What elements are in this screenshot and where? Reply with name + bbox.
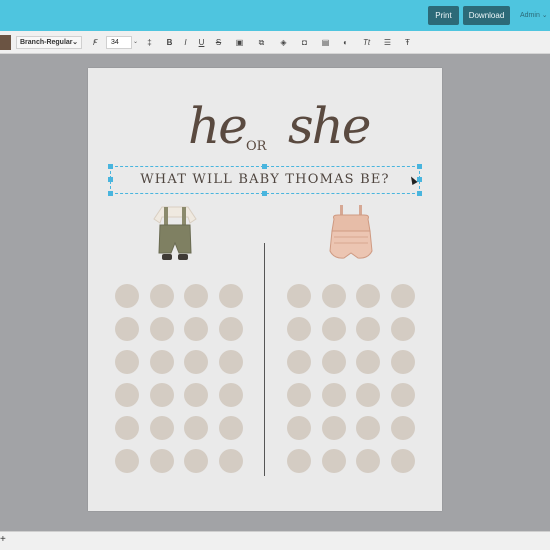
layers-icon[interactable]: ◈ (278, 37, 289, 48)
guess-circle[interactable] (287, 416, 311, 440)
guess-circle[interactable] (149, 416, 174, 440)
clear-format-icon[interactable]: Ŧ (402, 37, 413, 48)
guess-circle[interactable] (390, 284, 415, 308)
guess-circle[interactable] (149, 317, 174, 341)
underline-icon[interactable]: U (196, 37, 207, 48)
guess-circle[interactable] (390, 449, 415, 473)
guess-circle[interactable] (321, 284, 346, 308)
italic-icon[interactable]: I (180, 37, 191, 48)
guess-circle[interactable] (184, 317, 208, 341)
guess-circle[interactable] (390, 317, 415, 341)
guess-circle[interactable] (287, 284, 311, 308)
guess-circle[interactable] (149, 350, 174, 374)
text-transform-icon[interactable]: Tt (361, 37, 372, 48)
boy-outfit-image[interactable] (152, 203, 198, 265)
guess-circle[interactable] (356, 449, 380, 473)
print-button[interactable]: Print (428, 6, 459, 25)
list-icon[interactable]: ☰ (382, 37, 393, 48)
resize-handle[interactable] (262, 191, 267, 196)
font-family-select[interactable]: Branch-Regular ⌄ (16, 36, 82, 49)
line-spacing-icon[interactable]: ‡ (144, 37, 155, 48)
guess-circle[interactable] (390, 416, 415, 440)
strikethrough-icon[interactable]: S (213, 37, 224, 48)
font-style-icon[interactable]: Ꞙ (89, 37, 100, 48)
guess-circle[interactable] (321, 317, 346, 341)
guess-circle[interactable] (218, 383, 243, 407)
guess-circle[interactable] (390, 383, 415, 407)
resize-handle[interactable] (108, 164, 113, 169)
guess-circle[interactable] (321, 350, 346, 374)
image-icon[interactable]: ▣ (234, 37, 245, 48)
guess-circle[interactable] (321, 416, 346, 440)
chevron-down-icon[interactable]: ⌄ (133, 38, 138, 45)
guess-circle[interactable] (321, 383, 346, 407)
lock-icon[interactable]: ▤ (320, 37, 331, 48)
guess-circle[interactable] (115, 449, 139, 473)
title-or[interactable]: OR (246, 139, 266, 154)
guess-circle[interactable] (115, 317, 139, 341)
top-bar: Print Download Admin ⌄ (0, 0, 550, 31)
guess-circle[interactable] (115, 284, 139, 308)
guess-circle[interactable] (149, 284, 174, 308)
guess-circle[interactable] (287, 317, 311, 341)
guess-circle[interactable] (115, 416, 139, 440)
guess-circle[interactable] (356, 416, 380, 440)
guess-circle[interactable] (149, 383, 174, 407)
admin-menu[interactable]: Admin ⌄ (520, 11, 548, 19)
resize-handle[interactable] (108, 191, 113, 196)
arrange-icon[interactable]: ◘ (299, 37, 310, 48)
guess-circle[interactable] (356, 317, 380, 341)
chevron-down-icon: ⌄ (72, 39, 78, 46)
add-page-button[interactable]: + (0, 534, 6, 545)
resize-handle[interactable] (262, 164, 267, 169)
center-divider (264, 243, 265, 476)
guess-circle[interactable] (149, 449, 174, 473)
download-button[interactable]: Download (463, 6, 510, 25)
bottom-bar: + (0, 531, 550, 550)
format-toolbar: Branch-Regular ⌄ Ꞙ 34 ⌄ ‡ B I U S ▣ ⧉ ◈ … (0, 31, 550, 54)
guess-circle[interactable] (218, 350, 243, 374)
guess-circle[interactable] (218, 449, 243, 473)
guess-circle[interactable] (356, 350, 380, 374)
text-color-swatch[interactable] (0, 35, 11, 50)
guess-circle[interactable] (184, 284, 208, 308)
guess-circle[interactable] (218, 284, 243, 308)
title-she[interactable]: she (288, 101, 371, 151)
subtitle-text[interactable]: WHAT WILL BABY THOMAS BE? (110, 172, 420, 187)
guess-circle[interactable] (390, 350, 415, 374)
design-canvas[interactable]: he OR she WHAT WILL BABY THOMAS BE? (88, 68, 442, 511)
guess-circle[interactable] (287, 350, 311, 374)
guess-circle[interactable] (184, 449, 208, 473)
guess-circle[interactable] (356, 383, 380, 407)
duplicate-icon[interactable]: ⧉ (256, 37, 267, 48)
guess-circle[interactable] (321, 449, 346, 473)
guess-circle[interactable] (115, 383, 139, 407)
guess-circle[interactable] (218, 317, 243, 341)
guess-circle[interactable] (115, 350, 139, 374)
guess-circle[interactable] (218, 416, 243, 440)
guess-circle[interactable] (287, 383, 311, 407)
resize-handle[interactable] (417, 191, 422, 196)
girl-outfit-image[interactable] (328, 203, 374, 265)
guess-circle[interactable] (356, 284, 380, 308)
font-size-input[interactable]: 34 (106, 36, 132, 49)
color-fill-icon[interactable]: ◐ (340, 37, 351, 48)
title-he[interactable]: he (188, 101, 248, 151)
guess-circle[interactable] (184, 416, 208, 440)
font-family-value: Branch-Regular (20, 39, 73, 46)
bold-icon[interactable]: B (164, 37, 175, 48)
guess-circle[interactable] (184, 350, 208, 374)
guess-circle[interactable] (184, 383, 208, 407)
resize-handle[interactable] (417, 164, 422, 169)
guess-circle[interactable] (287, 449, 311, 473)
